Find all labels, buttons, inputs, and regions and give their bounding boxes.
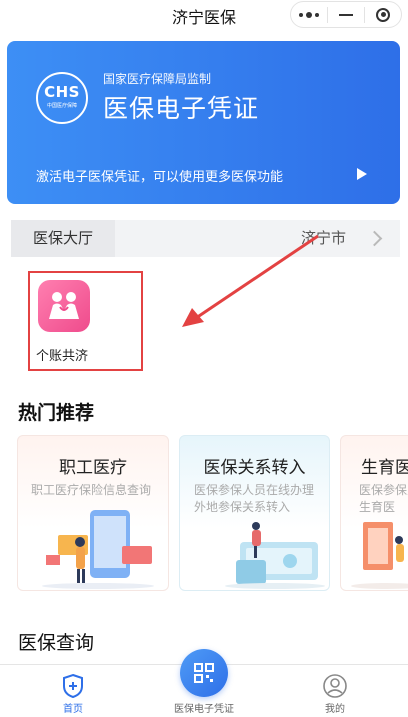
close-button[interactable] <box>365 2 401 27</box>
user-icon <box>323 674 347 698</box>
section-title-hot: 热门推荐 <box>18 402 95 424</box>
card-employee-medical[interactable]: 职工医疗 职工医疗保险信息查询 <box>17 435 169 591</box>
shield-plus-icon <box>63 673 83 699</box>
card-relation-transfer[interactable]: 医保关系转入 医保参保人员在线办理外地参保关系转入 <box>179 435 330 591</box>
city-selector[interactable]: 济宁市 <box>301 220 346 257</box>
tab-label: 首页 <box>63 704 83 715</box>
card-title: 职工医疗 <box>59 458 127 478</box>
card-desc: 医保参保人员在线办理外地参保关系转入 <box>194 483 315 514</box>
tab-mine[interactable]: 我的 <box>310 665 360 717</box>
qr-code-button[interactable] <box>180 649 228 697</box>
card-desc: 职工医疗保险信息查询 <box>31 483 152 497</box>
mini-program-capsule <box>290 1 402 28</box>
more-dots-icon <box>299 11 319 18</box>
transfer-illustration-icon <box>225 522 325 589</box>
maternity-illustration-icon <box>351 522 408 589</box>
chevron-right-icon[interactable] <box>366 230 383 247</box>
tab-medical-hall[interactable]: 医保大厅 <box>11 220 115 257</box>
service-label: 个账共济 <box>36 349 89 364</box>
chs-logo-icon: CHS 中国医疗保障 <box>36 72 88 124</box>
more-button[interactable] <box>291 2 327 27</box>
service-item-family-fund[interactable]: 个账共济 <box>30 273 141 369</box>
banner-supervisor: 国家医疗保障局监制 <box>103 72 212 86</box>
card-maternity[interactable]: 生育医 医保参保人员在线办理生育医 <box>340 435 408 591</box>
minimize-icon <box>339 13 353 16</box>
card-title: 医保关系转入 <box>203 458 306 478</box>
tab-home[interactable]: 首页 <box>48 665 98 717</box>
tab-label: 医保电子凭证 <box>174 704 234 715</box>
activate-link[interactable]: 激活电子医保凭证，可以使用更多医保功能 <box>36 166 283 185</box>
play-icon[interactable] <box>357 168 367 180</box>
family-icon <box>38 280 90 332</box>
logo-subtext: 中国医疗保障 <box>46 103 77 109</box>
logo-text: CHS <box>44 83 80 101</box>
tab-label: 我的 <box>325 704 345 715</box>
close-target-icon <box>376 7 390 22</box>
phone-illustration-icon <box>42 510 154 589</box>
minimize-button[interactable] <box>328 2 364 27</box>
nav-bar: 济宁医保 <box>0 0 408 30</box>
qr-code-icon <box>194 663 214 683</box>
section-title-query: 医保查询 <box>18 632 95 654</box>
card-title: 生育医 <box>361 458 408 478</box>
banner-title: 医保电子凭证 <box>103 94 260 123</box>
hall-bar: 医保大厅 济宁市 <box>11 220 400 257</box>
e-certificate-banner[interactable]: CHS 中国医疗保障 国家医疗保障局监制 医保电子凭证 激活电子医保凭证，可以使… <box>7 41 400 204</box>
